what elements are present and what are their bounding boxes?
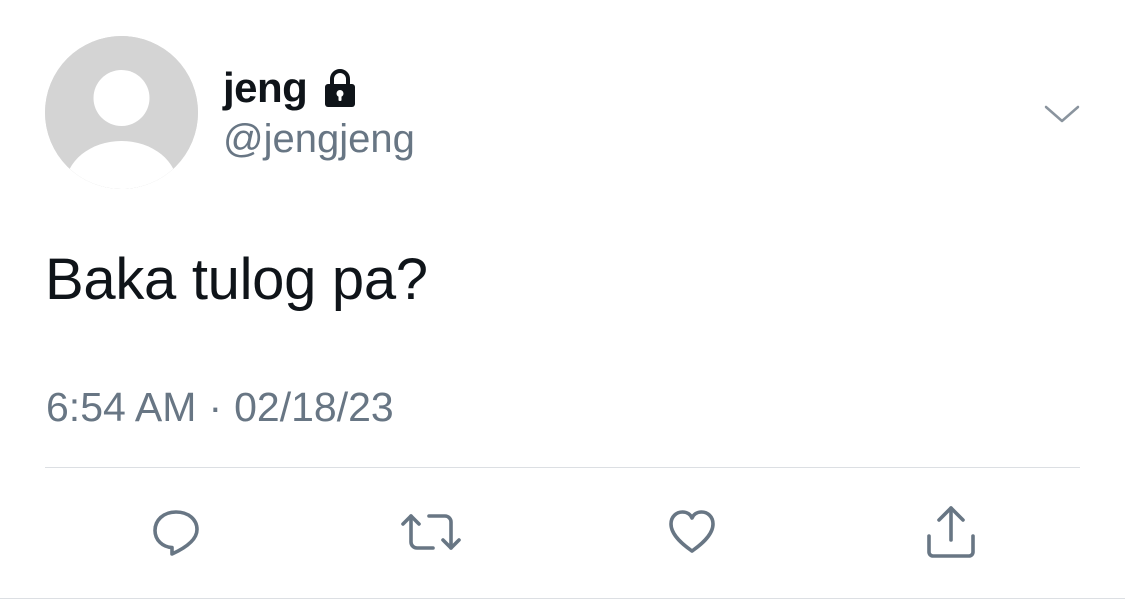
- heart-icon: [669, 510, 715, 553]
- author-row: jeng: [223, 62, 361, 114]
- reply-button[interactable]: [144, 500, 208, 564]
- like-button[interactable]: [660, 500, 724, 564]
- timestamp-separator: ·: [208, 384, 223, 430]
- user-handle[interactable]: @jengjeng: [223, 117, 415, 162]
- lock-icon: [319, 68, 361, 110]
- reply-icon: [153, 510, 199, 556]
- tweet-text: Baka tulog pa?: [45, 247, 428, 312]
- display-name[interactable]: jeng: [223, 64, 308, 112]
- divider: [45, 467, 1080, 468]
- tweet-date: 02/18/23: [234, 384, 394, 430]
- more-options-button[interactable]: [1040, 92, 1084, 136]
- default-avatar-icon: [45, 36, 198, 189]
- bottom-divider: [0, 598, 1125, 599]
- share-icon: [927, 506, 975, 558]
- retweet-icon: [401, 514, 461, 550]
- chevron-down-icon: [1044, 105, 1080, 123]
- share-button[interactable]: [919, 500, 983, 564]
- retweet-button[interactable]: [399, 500, 463, 564]
- tweet-timestamp: 6:54 AM · 02/18/23: [46, 384, 394, 431]
- avatar[interactable]: [45, 36, 198, 189]
- tweet-time: 6:54 AM: [46, 384, 197, 430]
